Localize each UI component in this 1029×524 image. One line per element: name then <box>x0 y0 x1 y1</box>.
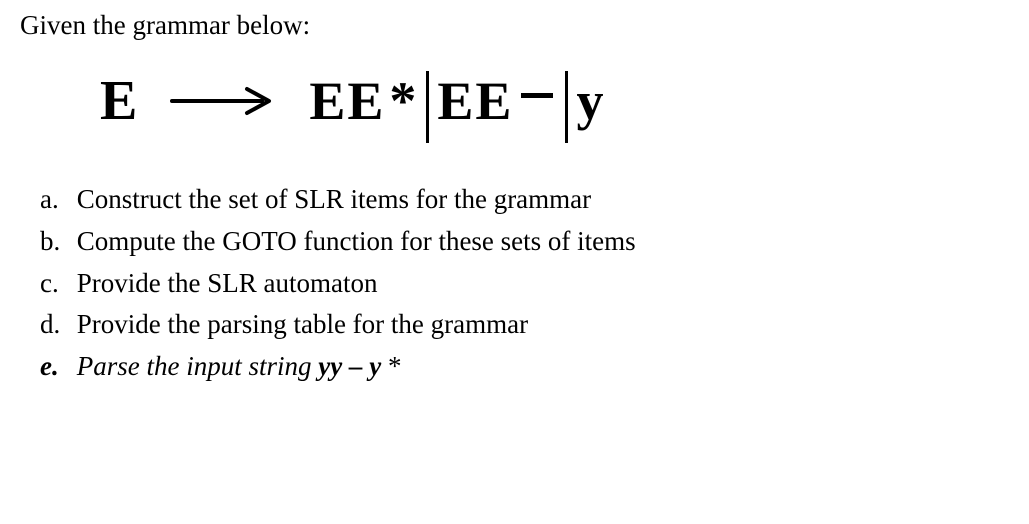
grammar-production: E EE * EE y <box>20 51 1009 151</box>
part-c: c. Provide the SLR automaton <box>40 265 1009 303</box>
minus-icon <box>521 93 553 98</box>
part-b-text: Compute the GOTO function for these sets… <box>77 226 636 256</box>
part-e: e. Parse the input string yy – y * <box>40 348 1009 386</box>
part-e-prefix: Parse the input string <box>77 351 319 381</box>
part-e-expr-y: y <box>369 351 381 381</box>
part-a-text: Construct the set of SLR items for the g… <box>77 184 591 214</box>
part-a: a. Construct the set of SLR items for th… <box>40 181 1009 219</box>
part-e-expr-star: * <box>381 351 401 381</box>
part-a-label: a. <box>40 181 70 219</box>
grammar-rhs: EE * EE y <box>307 65 607 137</box>
rhs-alt1-EE: EE <box>309 70 385 132</box>
part-e-expr-dash: – <box>342 351 369 381</box>
intro-text: Given the grammar below: <box>20 10 1009 41</box>
part-c-label: c. <box>40 265 70 303</box>
part-e-expr-yy: yy <box>318 351 342 381</box>
part-d: d. Provide the parsing table for the gra… <box>40 306 1009 344</box>
grammar-lhs: E <box>100 69 137 133</box>
part-d-label: d. <box>40 306 70 344</box>
alt-separator-icon <box>426 71 429 143</box>
question-parts: a. Construct the set of SLR items for th… <box>20 181 1009 386</box>
part-c-text: Provide the SLR automaton <box>77 268 378 298</box>
part-e-label: e. <box>40 348 70 386</box>
arrow-icon <box>167 81 277 121</box>
rhs-alt1-star: * <box>389 70 418 132</box>
part-b: b. Compute the GOTO function for these s… <box>40 223 1009 261</box>
alt-separator-icon <box>565 71 568 143</box>
part-d-text: Provide the parsing table for the gramma… <box>77 309 528 339</box>
part-b-label: b. <box>40 223 70 261</box>
rhs-alt2-EE: EE <box>437 70 513 132</box>
rhs-alt3-y: y <box>576 70 605 132</box>
